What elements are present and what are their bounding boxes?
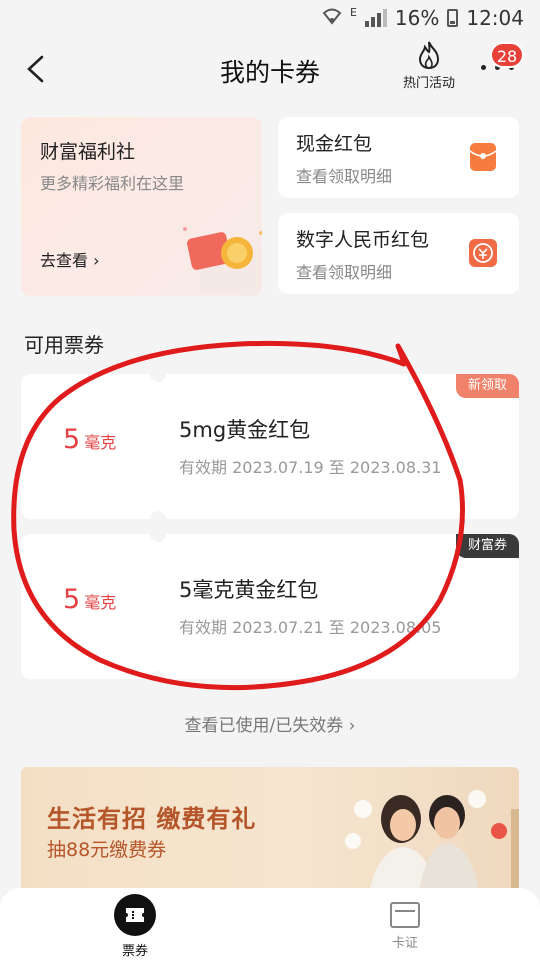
chevron-right-icon: › [348, 716, 356, 736]
cash-red-packet-title: 现金红包 [296, 133, 373, 155]
notification-badge: 28 [490, 42, 524, 68]
gift-coin-illustration [183, 227, 262, 291]
welfare-subtitle: 更多精彩福利在这里 [40, 174, 185, 193]
welfare-link-label: 去查看 [40, 251, 89, 270]
history-tickets-link[interactable]: 查看已使用/已失效券 › [0, 711, 540, 736]
hot-activity-button[interactable]: 热门活动 [396, 40, 462, 91]
red-envelope-icon [469, 143, 497, 171]
ticket-amount: 5 毫克 [63, 424, 117, 455]
ticket-validity: 有效期 2023.07.19 至 2023.08.31 [179, 458, 442, 477]
ticket-notch [150, 534, 166, 542]
welfare-title: 财富福利社 [40, 141, 136, 163]
ticket-notch [150, 374, 166, 382]
ticket-tag: 新领取 [455, 374, 519, 398]
clock: 12:04 [466, 6, 524, 30]
header: 我的卡券 热门活动 28 [0, 36, 540, 102]
ticket-card[interactable]: 5 毫克 5毫克黄金红包 有效期 2023.07.21 至 2023.08.05 … [21, 534, 519, 679]
tab-tickets-label: 票券 [121, 944, 148, 959]
digital-rmb-red-packet-card[interactable]: 数字人民币红包 查看领取明细 [278, 213, 519, 294]
ticket-card[interactable]: 5 毫克 5mg黄金红包 有效期 2023.07.19 至 2023.08.31 … [21, 374, 519, 519]
ticket-amount: 5 毫克 [63, 584, 117, 615]
ticket-name: 5mg黄金红包 [179, 418, 311, 442]
digital-rmb-title: 数字人民币红包 [296, 229, 430, 251]
chevron-right-icon: › [93, 251, 100, 270]
welfare-link[interactable]: 去查看 › [40, 247, 100, 271]
ticket-icon [114, 894, 156, 936]
promo-banner[interactable]: 生活有招 缴费有礼 抽88元缴费券 [21, 767, 519, 892]
ticket-validity: 有效期 2023.07.21 至 2023.08.05 [179, 618, 442, 637]
hot-activity-label: 热门活动 [402, 76, 455, 91]
couple-illustration [345, 790, 519, 892]
battery-icon [447, 9, 459, 27]
ticket-name: 5毫克黄金红包 [179, 578, 319, 602]
available-tickets-heading: 可用票券 [24, 333, 104, 357]
cash-red-packet-card[interactable]: 现金红包 查看领取明细 [278, 117, 519, 198]
banner-subline: 抽88元缴费券 [47, 839, 167, 861]
battery-percent: 16% [394, 6, 440, 30]
wealth-welfare-card[interactable]: 财富福利社 更多精彩福利在这里 去查看 › [21, 117, 262, 296]
wifi-icon [322, 6, 342, 30]
tab-cards[interactable]: 卡证 [365, 894, 445, 951]
tab-cards-label: 卡证 [391, 936, 418, 951]
banner-headline: 生活有招 缴费有礼 [47, 805, 257, 833]
ticket-notch [150, 671, 166, 679]
cash-red-packet-subtitle: 查看领取明细 [296, 167, 393, 186]
tab-tickets[interactable]: 票券 [95, 894, 175, 959]
status-bar: E 16% 12:04 [0, 0, 540, 36]
card-icon [390, 902, 420, 928]
digital-rmb-subtitle: 查看领取明细 [296, 263, 393, 282]
ticket-notch [150, 511, 166, 519]
bottom-tab-bar: 票券 卡证 [0, 888, 540, 960]
digital-rmb-icon [469, 239, 497, 267]
history-tickets-label: 查看已使用/已失效券 [184, 716, 344, 736]
ticket-tag: 财富券 [455, 534, 519, 558]
network-type: E [349, 6, 357, 19]
signal-icon [364, 9, 387, 27]
flame-icon [418, 41, 440, 70]
